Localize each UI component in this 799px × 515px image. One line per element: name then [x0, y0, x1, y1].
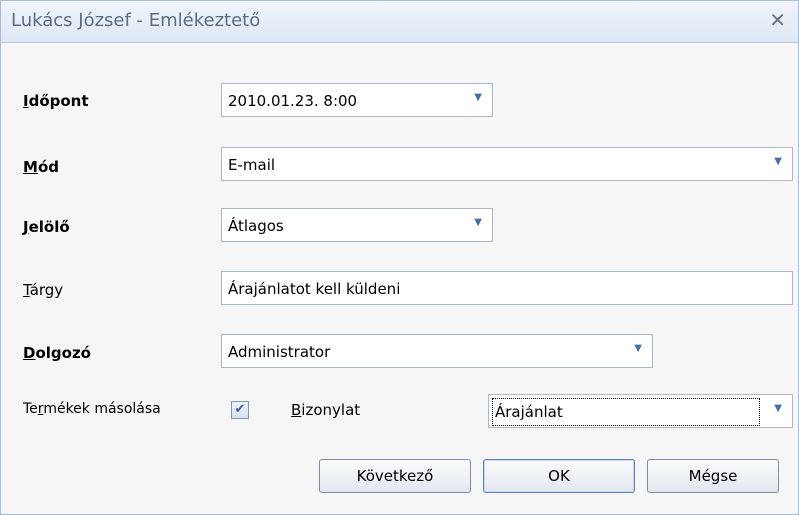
cancel-button[interactable]: Mégse [647, 459, 779, 493]
jelolo-label-rest: elölő [28, 218, 70, 236]
bizonylat-label-rest: izonylat [301, 401, 361, 419]
idopont-value: 2010.01.23. 8:00 [228, 92, 358, 110]
mod-label: Mód [23, 158, 59, 176]
reminder-dialog: Lukács József - Emlékeztető ✕ Időpont 20… [0, 0, 799, 515]
targy-label-rest: árgy [29, 281, 64, 299]
dolgozo-value: Administrator [228, 343, 331, 361]
mod-label-accesskey: M [23, 158, 38, 176]
chevron-down-icon[interactable]: ▼ [774, 403, 782, 414]
focus-rectangle [492, 398, 760, 426]
mod-label-rest: ód [37, 158, 59, 176]
mod-value: E-mail [228, 156, 276, 174]
close-icon[interactable]: ✕ [769, 8, 786, 32]
check-icon: ✔ [234, 402, 246, 417]
bizonylat-label: Bizonylat [291, 401, 360, 419]
ok-button[interactable]: OK [483, 459, 635, 493]
targy-text-input[interactable]: Árajánlatot kell küldeni [221, 271, 793, 305]
chevron-down-icon[interactable]: ▼ [634, 343, 642, 354]
chevron-down-icon[interactable]: ▼ [774, 156, 782, 167]
idopont-label-rest: dőpont [28, 92, 89, 110]
next-button[interactable]: Következő [319, 459, 471, 493]
dolgozo-label-rest: olgozó [35, 344, 91, 362]
title-bar: Lukács József - Emlékeztető ✕ [1, 1, 798, 43]
termekek-label: Termékek másolása [23, 401, 161, 417]
jelolo-dropdown[interactable]: Átlagos ▼ [221, 208, 493, 242]
targy-label: Tárgy [23, 281, 63, 299]
targy-value: Árajánlatot kell küldeni [228, 280, 401, 298]
chevron-down-icon[interactable]: ▼ [474, 217, 482, 228]
dolgozo-label: Dolgozó [23, 344, 91, 362]
idopont-datetime-picker[interactable]: 2010.01.23. 8:00 ▼ [221, 83, 493, 117]
termekek-masolasa-checkbox[interactable]: ✔ [231, 401, 249, 419]
window-title: Lukács József - Emlékeztető [11, 10, 261, 31]
targy-label-accesskey: T [23, 281, 30, 299]
idopont-label: Időpont [23, 92, 89, 110]
jelolo-value: Átlagos [228, 217, 284, 235]
mod-dropdown[interactable]: E-mail ▼ [221, 147, 793, 181]
dolgozo-dropdown[interactable]: Administrator ▼ [221, 334, 653, 368]
chevron-down-icon[interactable]: ▼ [474, 92, 482, 103]
bizonylat-label-accesskey: B [291, 401, 302, 419]
termekek-label-rest: mékek másolása [43, 401, 161, 417]
dolgozo-label-accesskey: D [23, 344, 36, 362]
jelolo-label: Jelölő [23, 218, 70, 236]
termekek-label-pre: Te [23, 401, 38, 417]
